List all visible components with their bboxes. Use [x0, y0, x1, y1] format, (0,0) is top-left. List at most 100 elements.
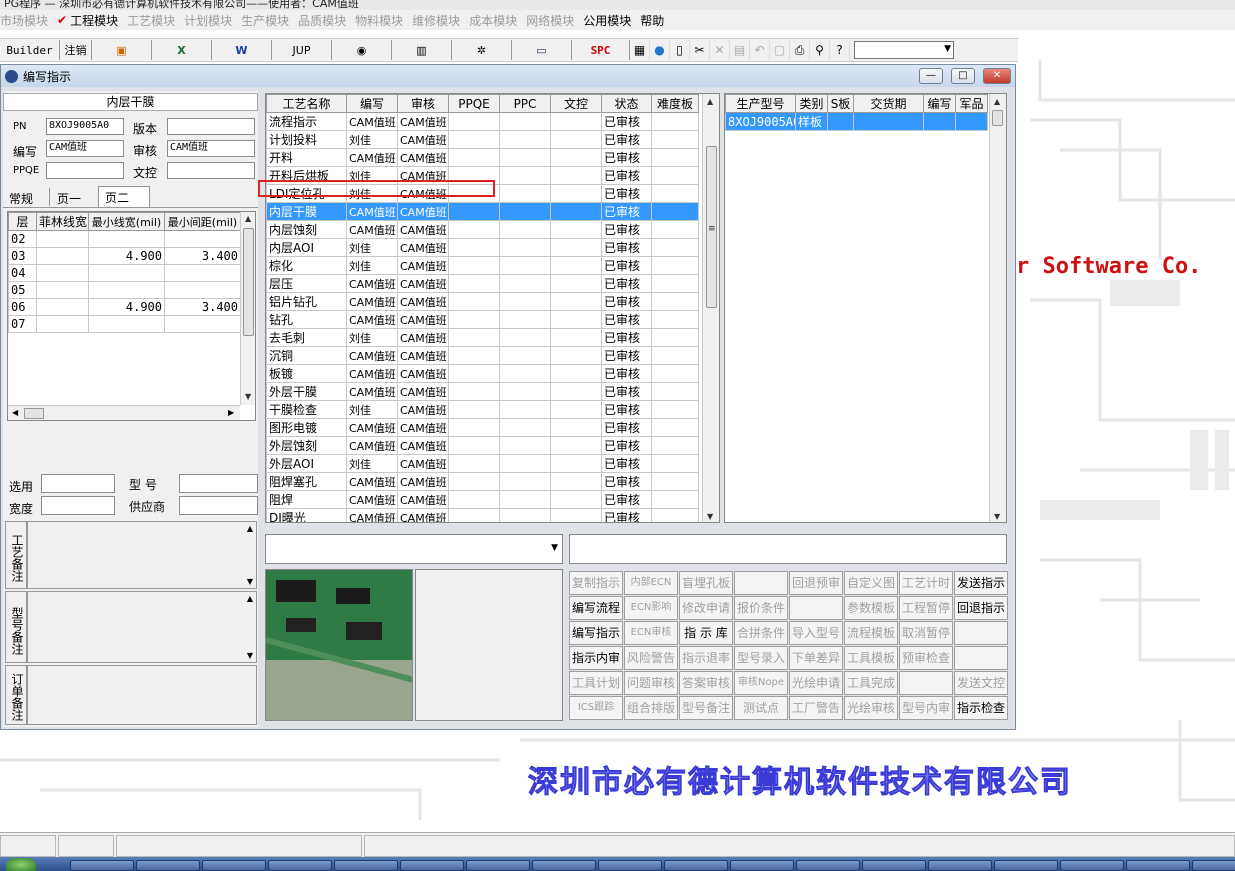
process-column-header[interactable]: 难度板: [651, 94, 699, 113]
model-row[interactable]: 8XOJ9005A0 样板: [725, 112, 988, 131]
action-button[interactable]: 发送指示: [954, 571, 1008, 595]
version-field[interactable]: [167, 118, 255, 135]
menu-item[interactable]: 公用模块: [583, 12, 640, 29]
process-column-header[interactable]: 编写: [346, 94, 398, 113]
taskbar-button[interactable]: [796, 860, 860, 871]
layer-row[interactable]: 02: [8, 230, 241, 248]
action-button[interactable]: 工具计划: [569, 671, 623, 695]
taskbar-button[interactable]: [400, 860, 464, 871]
process-row[interactable]: 阻焊 CAM值班 CAM值班 已审核: [266, 490, 699, 509]
action-button[interactable]: [789, 596, 843, 620]
action-button[interactable]: 答案审核: [679, 671, 733, 695]
word-icon[interactable]: W: [212, 40, 272, 60]
width-field[interactable]: [41, 496, 115, 515]
action-button[interactable]: 盲埋孔板: [679, 571, 733, 595]
taskbar-button[interactable]: [202, 860, 266, 871]
action-button[interactable]: 审核Nope: [734, 671, 788, 695]
menu-item[interactable]: 网络模块: [526, 12, 583, 29]
help-icon[interactable]: ?: [830, 40, 850, 60]
taskbar-button[interactable]: [664, 860, 728, 871]
layer-grid-hscroll[interactable]: ◀ ▶: [8, 405, 240, 420]
ppqe-field[interactable]: [46, 162, 124, 179]
taskbar-button[interactable]: [70, 860, 134, 871]
builder-button[interactable]: Builder: [0, 40, 60, 60]
process-row[interactable]: 图形电镀 CAM值班 CAM值班 已审核: [266, 418, 699, 437]
powerpoint-icon[interactable]: ▣: [92, 40, 152, 60]
menu-item[interactable]: 维修模块: [412, 12, 469, 29]
action-button[interactable]: [899, 671, 953, 695]
taskbar-button[interactable]: [532, 860, 596, 871]
calendar-icon[interactable]: ▦: [630, 40, 650, 60]
tab-page-one[interactable]: 页一: [49, 188, 81, 206]
doc-control-field[interactable]: [167, 162, 255, 179]
action-button[interactable]: 光绘申请: [789, 671, 843, 695]
instruction-input[interactable]: [569, 534, 1007, 564]
model-column-header[interactable]: 交货期: [853, 94, 924, 113]
model-column-header[interactable]: 类别: [795, 94, 828, 113]
layer-row[interactable]: 07: [8, 315, 241, 333]
action-button[interactable]: [734, 571, 788, 595]
eye-icon[interactable]: ◉: [332, 40, 392, 60]
model-table-scrollbar[interactable]: ▲ ▼: [989, 94, 1006, 522]
taskbar-button[interactable]: [334, 860, 398, 871]
layer-row[interactable]: 05: [8, 281, 241, 299]
process-column-header[interactable]: 工艺名称: [266, 94, 347, 113]
taskbar-button[interactable]: [1126, 860, 1190, 871]
process-row[interactable]: 板镀 CAM值班 CAM值班 已审核: [266, 364, 699, 383]
model-column-header[interactable]: S板: [827, 94, 854, 113]
process-row[interactable]: 铝片钻孔 CAM值班 CAM值班 已审核: [266, 292, 699, 311]
action-button[interactable]: ICS跟踪: [569, 696, 623, 720]
taskbar-button[interactable]: [1060, 860, 1124, 871]
process-column-header[interactable]: 审核: [397, 94, 449, 113]
model-field[interactable]: [179, 474, 258, 493]
taskbar-button[interactable]: [1192, 860, 1235, 871]
taskbar-button[interactable]: [466, 860, 530, 871]
action-button[interactable]: 流程模板: [844, 621, 898, 645]
process-row[interactable]: 计划投料 刘佳 CAM值班 已审核: [266, 130, 699, 149]
database-icon[interactable]: ▥: [392, 40, 452, 60]
action-button[interactable]: 型号内审: [899, 696, 953, 720]
review-field[interactable]: CAM值班: [167, 140, 255, 157]
process-row[interactable]: 干膜检查 刘佳 CAM值班 已审核: [266, 400, 699, 419]
action-button[interactable]: 指示退率: [679, 646, 733, 670]
action-button[interactable]: 风险警告: [624, 646, 678, 670]
min-spacing-header[interactable]: 最小间距(mil): [164, 212, 241, 231]
action-button[interactable]: 合拼条件: [734, 621, 788, 645]
preview-icon[interactable]: ▢: [770, 40, 790, 60]
process-row[interactable]: DI曝光 CAM值班 CAM值班 已审核: [266, 508, 699, 522]
new-document-icon[interactable]: ▯: [670, 40, 690, 60]
menu-item[interactable]: 成本模块: [469, 12, 526, 29]
menu-item[interactable]: 计划模块: [184, 12, 241, 29]
taskbar-button[interactable]: [730, 860, 794, 871]
process-row[interactable]: 沉铜 CAM值班 CAM值班 已审核: [266, 346, 699, 365]
action-button[interactable]: 编写指示: [569, 621, 623, 645]
tab-page-two[interactable]: 页二: [98, 186, 150, 207]
monitor-icon[interactable]: ▭: [512, 40, 572, 60]
process-row[interactable]: 内层蚀刻 CAM值班 CAM值班 已审核: [266, 220, 699, 239]
process-row[interactable]: 外层AOI 刘佳 CAM值班 已审核: [266, 454, 699, 473]
action-button[interactable]: [954, 621, 1008, 645]
taskbar-button[interactable]: [862, 860, 926, 871]
action-button[interactable]: 回退预审: [789, 571, 843, 595]
action-button[interactable]: 工艺计时: [899, 571, 953, 595]
menu-item[interactable]: 市场模块: [0, 12, 57, 29]
process-row[interactable]: 阻焊塞孔 CAM值班 CAM值班 已审核: [266, 472, 699, 491]
min-width-header[interactable]: 最小线宽(mil): [88, 212, 165, 231]
globe-icon[interactable]: ●: [650, 40, 670, 60]
layer-row[interactable]: 03 4.900 3.400: [8, 247, 241, 265]
process-row[interactable]: 开料 CAM值班 CAM值班 已审核: [266, 148, 699, 167]
action-button[interactable]: 测试点: [734, 696, 788, 720]
undo-icon[interactable]: ↶: [750, 40, 770, 60]
action-button[interactable]: 问题审核: [624, 671, 678, 695]
action-button[interactable]: 组合排版: [624, 696, 678, 720]
action-button[interactable]: 指 示 库: [679, 621, 733, 645]
action-button[interactable]: 参数模板: [844, 596, 898, 620]
excel-icon[interactable]: X: [152, 40, 212, 60]
process-column-header[interactable]: PPC: [499, 94, 551, 113]
action-button[interactable]: 修改申请: [679, 596, 733, 620]
action-button[interactable]: 内部ECN: [624, 571, 678, 595]
action-button[interactable]: 工具模板: [844, 646, 898, 670]
jup-button[interactable]: JUP: [272, 40, 332, 60]
tools-icon[interactable]: ✲: [452, 40, 512, 60]
film-width-header[interactable]: 菲林线宽: [36, 212, 89, 231]
